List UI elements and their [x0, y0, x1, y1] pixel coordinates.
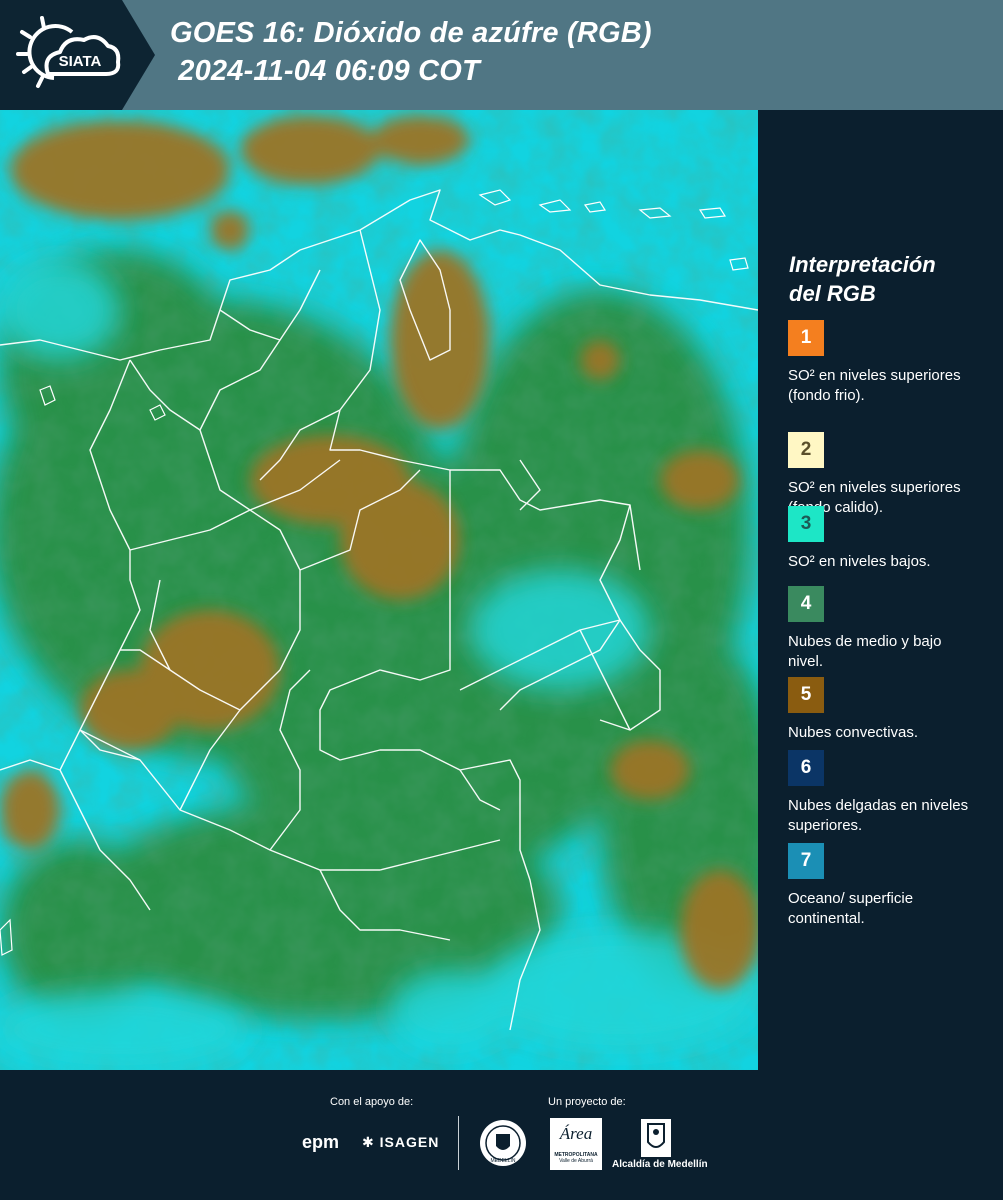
medellin-seal-icon: MEDELLÍN — [478, 1118, 528, 1173]
medellin-seal-text: MEDELLÍN — [490, 1157, 515, 1164]
support-label: Con el apoyo de: — [330, 1096, 414, 1108]
legend-swatch: 2 — [788, 432, 824, 468]
area-metropolitana-logo: Área METROPOLITANA Valle de Aburrá — [550, 1118, 602, 1170]
alcaldia-label: Alcaldía de Medellín — [612, 1159, 708, 1170]
legend-item-7: 7 Oceano/ superficie continental. — [788, 843, 978, 929]
title-line-2: 2024-11-04 06:09 COT — [170, 55, 480, 87]
title-line-1: GOES 16: Dióxido de azúfre (RGB) — [170, 17, 652, 49]
legend-item-4: 4 Nubes de medio y bajo nivel. — [788, 586, 978, 672]
alcaldia-medellin-shield-icon — [640, 1118, 672, 1163]
legend-item-3: 3 SO² en niveles bajos. — [788, 506, 978, 572]
siata-logo-text: SIATA — [59, 53, 102, 70]
isagen-icon: ✱ — [362, 1134, 375, 1150]
legend-item-5: 5 Nubes convectivas. — [788, 677, 978, 743]
project-label: Un proyecto de: — [548, 1096, 626, 1108]
legend-swatch: 1 — [788, 320, 824, 356]
page-title: GOES 16: Dióxido de azúfre (RGB) 2024-11… — [170, 14, 652, 90]
isagen-logo-text: ISAGEN — [379, 1134, 440, 1150]
siata-logo: SIATA — [0, 0, 155, 110]
isagen-logo: ✱ ISAGEN — [362, 1134, 439, 1151]
area-metropolitana-logo-line-1: Área — [559, 1124, 593, 1143]
satellite-map-image — [0, 110, 758, 1070]
legend-item-label: SO² en niveles bajos. — [788, 553, 931, 570]
footer-divider — [458, 1116, 459, 1170]
legend-swatch: 3 — [788, 506, 824, 542]
legend-swatch: 5 — [788, 677, 824, 713]
legend-title: Interpretación del RGB — [789, 250, 936, 308]
legend-item-label: Oceano/ superficie continental. — [788, 890, 914, 927]
area-metropolitana-logo-line-3: Valle de Aburrá — [559, 1158, 593, 1164]
legend-item-1: 1 SO² en niveles superiores (fondo frio). — [788, 320, 978, 406]
legend-swatch: 7 — [788, 843, 824, 879]
legend-title-line-1: Interpretación — [789, 252, 936, 277]
footer: Con el apoyo de: Un proyecto de: epm ✱ I… — [0, 1070, 1003, 1200]
legend-title-line-2: del RGB — [789, 281, 876, 306]
epm-logo: epm — [302, 1132, 340, 1152]
legend-item-label: Nubes convectivas. — [788, 724, 919, 741]
header-bar: SIATA GOES 16: Dióxido de azúfre (RGB) 2… — [0, 0, 1003, 110]
legend-item-6: 6 Nubes delgadas en niveles superiores. — [788, 750, 978, 836]
legend-item-label: SO² en niveles superiores (fondo frio). — [788, 367, 961, 404]
legend-item-label: Nubes de medio y bajo nivel. — [788, 633, 942, 670]
legend-swatch: 6 — [788, 750, 824, 786]
legend-swatch: 4 — [788, 586, 824, 622]
legend-item-label: Nubes delgadas en niveles superiores. — [788, 797, 969, 834]
legend-panel: Interpretación del RGB 1 SO² en niveles s… — [778, 110, 1003, 1070]
satellite-map — [0, 110, 760, 1070]
